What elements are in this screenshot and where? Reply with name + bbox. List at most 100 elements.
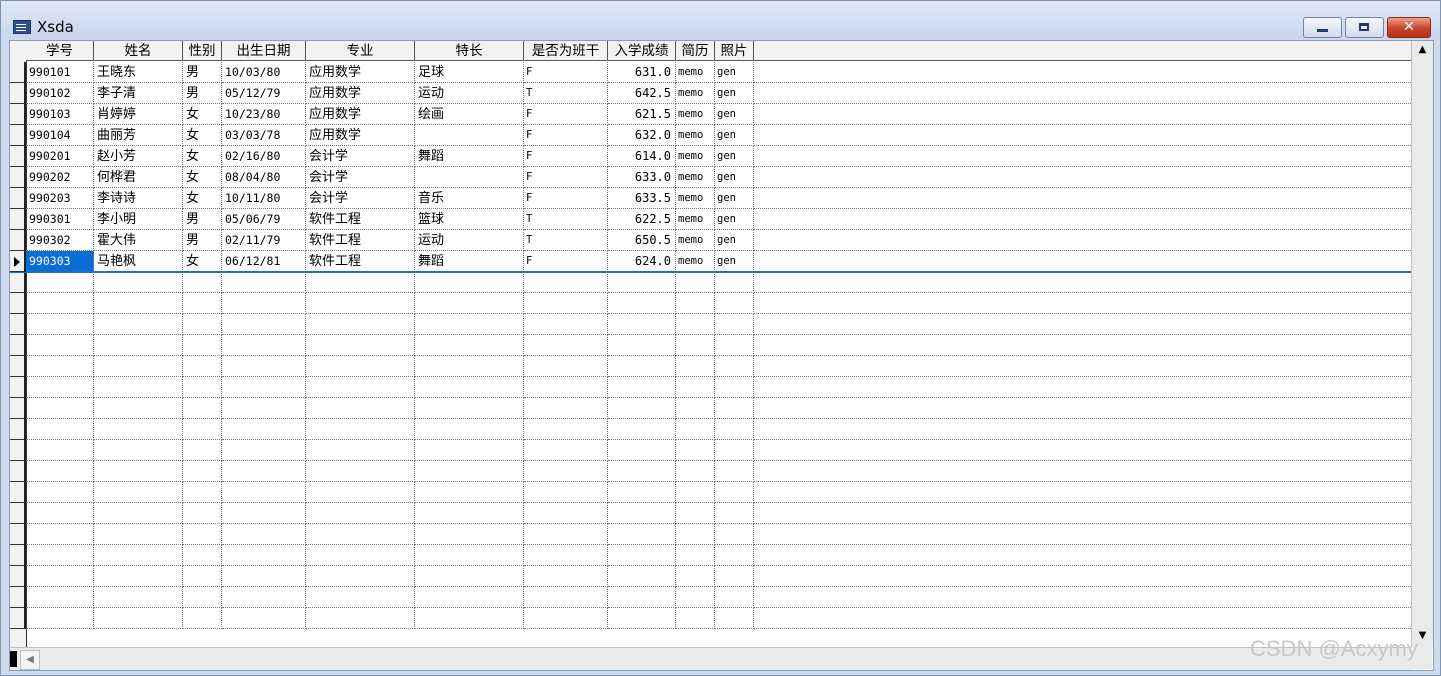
cell-score[interactable]: 631.0 [608, 62, 676, 83]
empty-table-row[interactable] [10, 293, 1411, 314]
cell-birth[interactable] [222, 461, 306, 482]
cell-cadre[interactable]: F [524, 125, 608, 146]
cell-birth[interactable]: 08/04/80 [222, 167, 306, 188]
cell-skill[interactable] [415, 335, 524, 356]
cell-cadre[interactable] [524, 377, 608, 398]
cell-id[interactable]: 990303 [26, 251, 94, 272]
column-header-photo[interactable]: 照片 [715, 41, 754, 61]
empty-table-row[interactable] [10, 461, 1411, 482]
table-row[interactable]: 990302 霍大伟男 02/11/79 软件工程 运动 T 650.5 memo gen [10, 230, 1411, 251]
maximize-button[interactable] [1345, 17, 1384, 38]
cell-skill[interactable] [415, 293, 524, 314]
cell-name[interactable] [94, 608, 183, 629]
cell-photo[interactable]: gen [715, 167, 754, 188]
cell-id[interactable]: 990103 [26, 104, 94, 125]
cell-cadre[interactable]: F [524, 62, 608, 83]
cell-major[interactable] [306, 293, 415, 314]
cell-major[interactable]: 应用数学 [306, 62, 415, 83]
cell-resume[interactable]: memo [676, 167, 715, 188]
empty-table-row[interactable] [10, 545, 1411, 566]
cell-sex[interactable]: 女 [183, 146, 222, 167]
cell-cadre[interactable] [524, 419, 608, 440]
cell-major[interactable] [306, 398, 415, 419]
cell-score[interactable] [608, 272, 676, 293]
cell-photo[interactable] [715, 524, 754, 545]
cell-resume[interactable]: memo [676, 104, 715, 125]
cell-birth[interactable]: 05/06/79 [222, 209, 306, 230]
cell-name[interactable]: 肖婷婷 [94, 104, 183, 125]
column-header-skill[interactable]: 特长 [415, 41, 524, 61]
cell-sex[interactable] [183, 524, 222, 545]
cell-skill[interactable] [415, 503, 524, 524]
cell-photo[interactable]: gen [715, 146, 754, 167]
cell-resume[interactable] [676, 335, 715, 356]
cell-score[interactable] [608, 398, 676, 419]
cell-birth[interactable] [222, 272, 306, 293]
cell-resume[interactable]: memo [676, 251, 715, 272]
empty-table-row[interactable] [10, 566, 1411, 587]
cell-name[interactable] [94, 545, 183, 566]
table-row[interactable]: 990203 李诗诗女 10/11/80 会计学 音乐 F 633.5 memo gen [10, 188, 1411, 209]
table-row[interactable]: 990101 王晓东男 10/03/80 应用数学 足球 F 631.0 memo gen [10, 62, 1411, 83]
cell-birth[interactable] [222, 419, 306, 440]
cell-score[interactable] [608, 377, 676, 398]
cell-name[interactable] [94, 482, 183, 503]
cell-id[interactable] [26, 545, 94, 566]
cell-major[interactable] [306, 335, 415, 356]
cell-photo[interactable]: gen [715, 62, 754, 83]
cell-photo[interactable] [715, 356, 754, 377]
cell-photo[interactable] [715, 608, 754, 629]
cell-score[interactable] [608, 461, 676, 482]
empty-table-row[interactable] [10, 524, 1411, 545]
cell-id[interactable] [26, 503, 94, 524]
cell-id[interactable] [26, 419, 94, 440]
cell-id[interactable] [26, 440, 94, 461]
cell-skill[interactable] [415, 419, 524, 440]
cell-id[interactable] [26, 356, 94, 377]
cell-sex[interactable]: 女 [183, 188, 222, 209]
cell-name[interactable] [94, 461, 183, 482]
cell-cadre[interactable]: F [524, 146, 608, 167]
cell-sex[interactable] [183, 272, 222, 293]
scroll-left-icon[interactable]: ◀ [20, 650, 40, 670]
cell-name[interactable]: 李子清 [94, 83, 183, 104]
cell-photo[interactable]: gen [715, 104, 754, 125]
cell-photo[interactable]: gen [715, 188, 754, 209]
cell-score[interactable]: 650.5 [608, 230, 676, 251]
cell-resume[interactable] [676, 293, 715, 314]
cell-skill[interactable]: 舞蹈 [415, 251, 524, 272]
cell-resume[interactable] [676, 398, 715, 419]
column-header-birth[interactable]: 出生日期 [222, 41, 306, 61]
cell-sex[interactable] [183, 608, 222, 629]
cell-resume[interactable] [676, 587, 715, 608]
empty-table-row[interactable] [10, 272, 1411, 293]
vertical-scrollbar[interactable]: ▲ ▼ [1411, 41, 1433, 647]
table-row[interactable]: 990202 何桦君女 08/04/80 会计学 F 633.0 memo gen [10, 167, 1411, 188]
cell-sex[interactable] [183, 503, 222, 524]
table-row[interactable]: 990201 赵小芳女 02/16/80 会计学 舞蹈 F 614.0 memo gen [10, 146, 1411, 167]
cell-photo[interactable] [715, 419, 754, 440]
column-header-resume[interactable]: 简历 [676, 41, 715, 61]
cell-resume[interactable]: memo [676, 62, 715, 83]
empty-table-row[interactable] [10, 419, 1411, 440]
cell-major[interactable] [306, 566, 415, 587]
cell-id[interactable]: 990302 [26, 230, 94, 251]
cell-score[interactable]: 633.5 [608, 188, 676, 209]
cell-id[interactable]: 990102 [26, 83, 94, 104]
cell-score[interactable]: 624.0 [608, 251, 676, 272]
cell-id[interactable] [26, 482, 94, 503]
cell-sex[interactable]: 男 [183, 209, 222, 230]
cell-birth[interactable] [222, 587, 306, 608]
cell-birth[interactable]: 02/16/80 [222, 146, 306, 167]
cell-skill[interactable] [415, 608, 524, 629]
cell-cadre[interactable]: F [524, 104, 608, 125]
cell-skill[interactable]: 篮球 [415, 209, 524, 230]
cell-major[interactable]: 应用数学 [306, 125, 415, 146]
empty-table-row[interactable] [10, 440, 1411, 461]
cell-id[interactable] [26, 314, 94, 335]
cell-sex[interactable] [183, 587, 222, 608]
cell-sex[interactable]: 男 [183, 62, 222, 83]
title-bar[interactable]: Xsda ✕ [1, 1, 1440, 39]
cell-resume[interactable] [676, 503, 715, 524]
cell-major[interactable] [306, 608, 415, 629]
